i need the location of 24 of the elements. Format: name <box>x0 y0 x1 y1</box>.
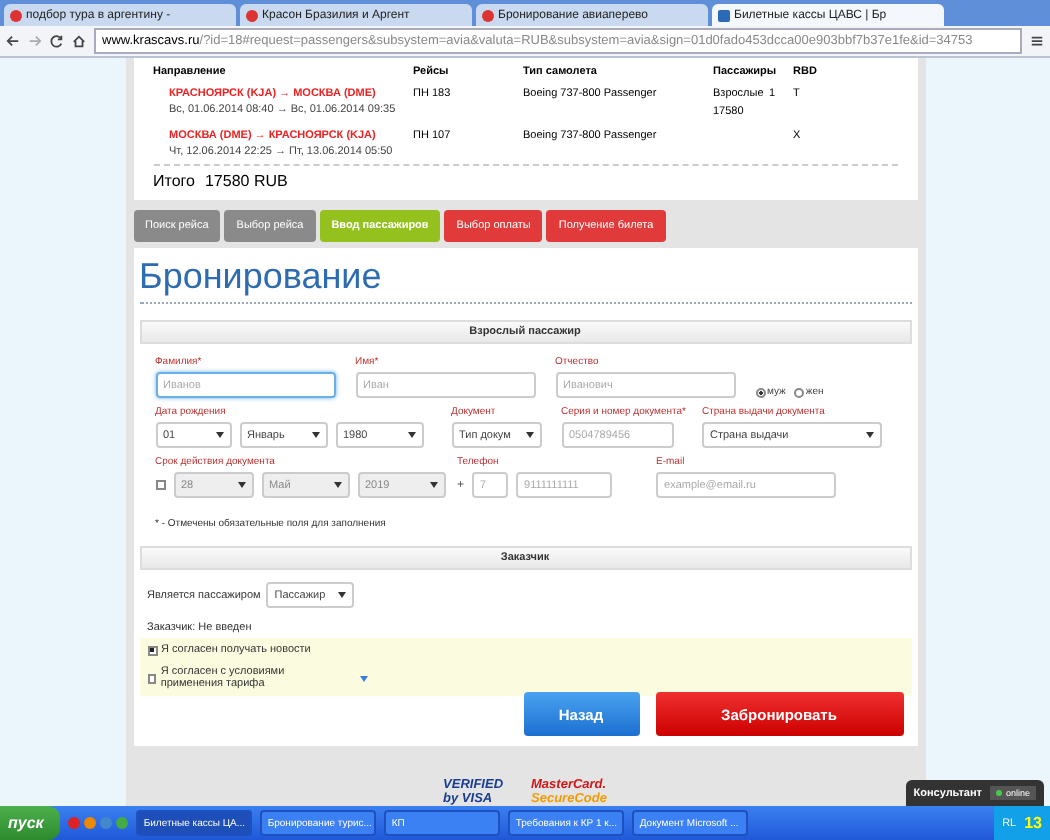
back-arrow-icon[interactable] <box>6 34 20 48</box>
total-value: 17580 RUB <box>204 172 288 190</box>
radio-button[interactable] <box>793 387 804 397</box>
caret-icon <box>338 592 347 598</box>
checkbox[interactable] <box>147 673 157 683</box>
caret-icon[interactable] <box>359 675 367 681</box>
caret-icon <box>311 432 319 438</box>
checkbox[interactable] <box>155 480 165 490</box>
radio-button[interactable] <box>755 387 765 397</box>
caret-icon <box>237 482 245 488</box>
menu-icon[interactable] <box>1030 34 1044 48</box>
page-heading: Бронирование <box>139 256 911 304</box>
start-button[interactable]: пуск <box>0 806 60 840</box>
home-icon[interactable] <box>72 34 86 48</box>
caret-icon <box>525 432 533 438</box>
checkbox[interactable] <box>147 645 157 655</box>
reload-icon[interactable] <box>50 34 64 48</box>
caret-icon <box>407 432 415 438</box>
caret-icon <box>333 482 341 488</box>
caret-icon <box>429 482 437 488</box>
caret-icon <box>215 432 223 438</box>
total-label: Итого <box>153 172 195 190</box>
caret-icon <box>866 432 874 438</box>
clock: 13 <box>1024 814 1042 832</box>
